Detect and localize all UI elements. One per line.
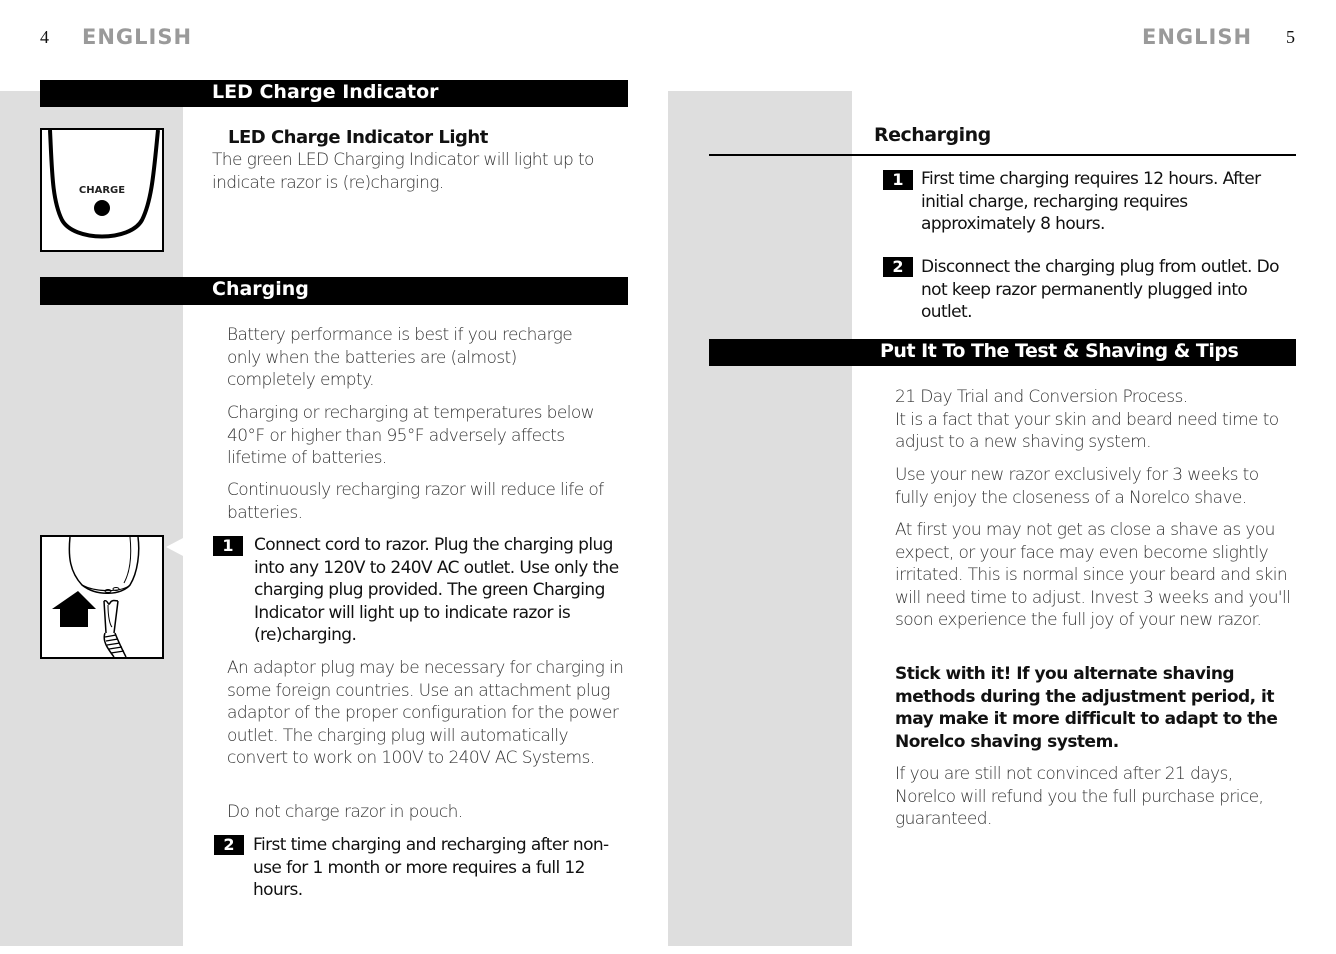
tips-section-heading-bar: Put It To The Test & Shaving & Tips <box>709 339 1296 366</box>
charging-step-2: First time charging and recharging after… <box>253 835 609 900</box>
tips-paragraph: 21 Day Trial and Conversion Process. It … <box>895 387 1279 452</box>
charging-section-heading: Charging <box>212 278 309 300</box>
led-section-heading-bar: LED Charge Indicator <box>40 80 628 107</box>
led-subheading: LED Charge Indicator Light <box>228 127 488 148</box>
tips-section-heading: Put It To The Test & Shaving & Tips <box>880 340 1239 362</box>
charging-paragraph: Charging or recharging at temperatures b… <box>227 403 595 468</box>
step-number-badge: 1 <box>883 170 913 190</box>
razor-plug-icon <box>52 537 140 657</box>
plug-in-illustration <box>40 535 164 659</box>
recharging-heading: Recharging <box>874 124 991 146</box>
left-page-language-label: ENGLISH <box>82 25 193 49</box>
adaptor-paragraph: An adaptor plug may be necessary for cha… <box>227 658 624 768</box>
recharging-step-1: First time charging requires 12 hours. A… <box>921 169 1261 234</box>
illustration-pointer <box>166 538 183 556</box>
charge-indicator-illustration: CHARGE <box>40 128 164 252</box>
step-number-badge: 2 <box>214 835 244 855</box>
recharging-rule <box>709 154 1296 156</box>
charging-section-heading-bar: Charging <box>40 277 628 305</box>
step-number-badge: 2 <box>883 257 913 277</box>
charge-label: CHARGE <box>78 185 126 196</box>
right-page-number: 5 <box>1286 27 1295 47</box>
tips-emphasis: Stick with it! If you alternate shaving … <box>895 664 1278 752</box>
pouch-warning: Do not charge razor in pouch. <box>227 802 463 822</box>
tips-paragraph: At first you may not get as close a shav… <box>895 520 1291 630</box>
led-section-heading: LED Charge Indicator <box>212 81 439 103</box>
charging-paragraph: Battery performance is best if you recha… <box>227 325 573 390</box>
right-page-language-label: ENGLISH <box>1142 25 1253 49</box>
led-description: The green LED Charging Indicator will li… <box>212 150 594 193</box>
charging-paragraph: Continuously recharging razor will reduc… <box>227 480 604 523</box>
charging-step-1: Connect cord to razor. Plug the charging… <box>254 535 619 645</box>
refund-guarantee: If you are still not convinced after 21 … <box>895 764 1264 829</box>
right-page-margin-column <box>668 91 852 946</box>
left-page-number: 4 <box>40 27 49 47</box>
recharging-step-2: Disconnect the charging plug from outlet… <box>921 257 1280 322</box>
tips-paragraph: Use your new razor exclusively for 3 wee… <box>895 465 1259 508</box>
step-number-badge: 1 <box>213 536 243 556</box>
